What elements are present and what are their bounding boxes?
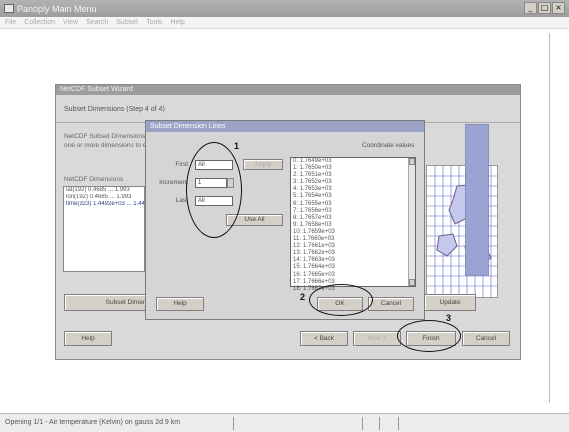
wizard-heading: Subset Dimensions (Step 4 of 4) bbox=[64, 106, 165, 113]
coordinate-values-list[interactable]: 0: 1.7649e+03 1: 1.7650e+03 2: 1.7651e+0… bbox=[290, 157, 416, 292]
status-text: Opening 1/1 - Air temperature (Kelvin) o… bbox=[5, 419, 181, 426]
list-item[interactable]: 15: 1.7664e+03 bbox=[291, 264, 415, 271]
annotation-number-2: 2 bbox=[300, 292, 306, 302]
first-label: First bbox=[175, 161, 188, 168]
window-title: Panoply Main Menu bbox=[17, 3, 97, 14]
divider bbox=[398, 417, 399, 430]
apply-button[interactable]: Apply bbox=[243, 159, 283, 170]
list-item[interactable]: 16: 1.7665e+03 bbox=[291, 272, 415, 279]
subset-dimension-dialog: Subset Dimension Lines First All Increme… bbox=[145, 120, 425, 320]
menu-collection[interactable]: Collection bbox=[24, 19, 55, 26]
menu-subset[interactable]: Subset bbox=[116, 19, 138, 26]
annotation-number-1: 1 bbox=[234, 141, 240, 151]
back-button[interactable]: < Back bbox=[300, 331, 348, 346]
annotation-circle-ok bbox=[309, 284, 373, 316]
title-bar: Panoply Main Menu _ □ × bbox=[0, 0, 569, 17]
scroll-down-arrow-icon[interactable] bbox=[409, 279, 415, 286]
list-item[interactable]: 13: 1.7662e+03 bbox=[291, 250, 415, 257]
divider bbox=[362, 417, 363, 430]
minimize-button[interactable]: _ bbox=[524, 2, 537, 14]
list-item[interactable]: 1: 1.7650e+03 bbox=[291, 165, 415, 172]
menu-file[interactable]: File bbox=[5, 19, 16, 26]
list-item[interactable]: 10: 1.7659e+03 bbox=[291, 229, 415, 236]
wizard-cancel-button[interactable]: Cancel bbox=[462, 331, 510, 346]
list-item[interactable]: 2: 1.7651e+03 bbox=[291, 172, 415, 179]
last-label: Last bbox=[175, 197, 188, 204]
list-item[interactable]: 3: 1.7652e+03 bbox=[291, 179, 415, 186]
divider bbox=[233, 417, 234, 430]
annotation-circle-finish bbox=[397, 320, 461, 352]
menu-bar: File Collection View Search Subset Tools… bbox=[0, 17, 569, 29]
increment-label: Increment bbox=[159, 179, 188, 186]
menu-search[interactable]: Search bbox=[86, 19, 108, 26]
status-bar: Opening 1/1 - Air temperature (Kelvin) o… bbox=[0, 413, 569, 432]
list-item[interactable]: lon(192) 0.4685 ... 1.993 bbox=[64, 194, 144, 201]
wizard-title: NetCDF Subset Wizard bbox=[56, 85, 520, 95]
netcdf-dimensions-label: NetCDF Dimensions bbox=[64, 176, 124, 183]
annotation-circle-fields bbox=[186, 142, 242, 238]
background-window-panel bbox=[465, 124, 489, 276]
app-icon bbox=[4, 4, 14, 13]
coordinate-values-label: Coordinate values bbox=[362, 142, 415, 149]
coordinate-scrollbar[interactable] bbox=[408, 158, 415, 286]
update-button[interactable]: Update bbox=[424, 294, 476, 311]
list-item[interactable]: 6: 1.7655e+03 bbox=[291, 201, 415, 208]
scroll-up-arrow-icon[interactable] bbox=[409, 158, 415, 165]
dimensions-list[interactable]: lat(192) 0.4685 ... 1.993 lon(192) 0.468… bbox=[63, 186, 145, 272]
list-item[interactable]: 0: 1.7649e+03 bbox=[291, 158, 415, 165]
list-item[interactable]: lat(192) 0.4685 ... 1.993 bbox=[64, 187, 144, 194]
dialog-cancel-button[interactable]: Cancel bbox=[368, 297, 414, 311]
window-controls: _ □ × bbox=[524, 2, 565, 14]
list-item[interactable]: 7: 1.7656e+03 bbox=[291, 208, 415, 215]
list-item[interactable]: time(323) 1.4492e+03 ... 1.4492e+03 bbox=[64, 201, 144, 208]
dialog-help-button[interactable]: Help bbox=[156, 297, 204, 311]
annotation-number-3: 3 bbox=[446, 313, 452, 323]
list-item[interactable]: 4: 1.7653e+03 bbox=[291, 186, 415, 193]
list-item[interactable]: 9: 1.7658e+03 bbox=[291, 222, 415, 229]
list-item[interactable]: 11: 1.7660e+03 bbox=[291, 236, 415, 243]
window-frame-edge bbox=[549, 33, 550, 403]
list-item[interactable]: 14: 1.7663e+03 bbox=[291, 257, 415, 264]
list-item[interactable]: 5: 1.7654e+03 bbox=[291, 193, 415, 200]
wizard-help-button[interactable]: Help bbox=[64, 331, 112, 346]
menu-tools[interactable]: Tools bbox=[146, 19, 162, 26]
menu-view[interactable]: View bbox=[63, 19, 78, 26]
dialog-title: Subset Dimension Lines bbox=[146, 121, 424, 132]
menu-help[interactable]: Help bbox=[170, 19, 184, 26]
list-item[interactable]: 12: 1.7661e+03 bbox=[291, 243, 415, 250]
close-button[interactable]: × bbox=[552, 2, 565, 14]
next-button[interactable]: Next > bbox=[353, 331, 401, 346]
divider bbox=[379, 417, 380, 430]
list-item[interactable]: 8: 1.7657e+03 bbox=[291, 215, 415, 222]
maximize-button[interactable]: □ bbox=[538, 2, 551, 14]
